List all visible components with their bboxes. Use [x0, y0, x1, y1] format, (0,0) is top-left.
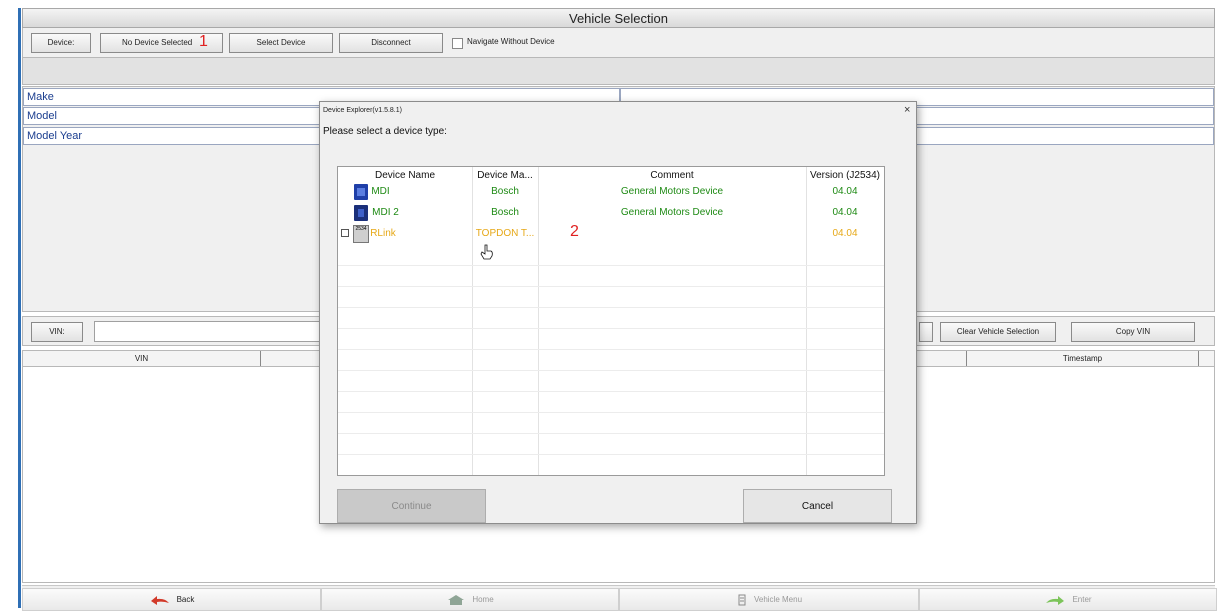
- home-icon: [448, 594, 465, 605]
- bottom-navigation: Back Home Vehicle Menu Enter: [22, 585, 1217, 611]
- vehicle-menu-label: Vehicle Menu: [753, 595, 803, 604]
- device-manufacturer: TOPDON T...: [475, 228, 535, 239]
- device-toolbar: Device: No Device Selected 1 Select Devi…: [22, 28, 1215, 58]
- dialog-title: Device Explorer(v1.5.8.1): [323, 107, 402, 114]
- device-comment: General Motors Device: [620, 207, 724, 218]
- clear-vehicle-selection-button[interactable]: Clear Vehicle Selection: [940, 322, 1056, 342]
- device-name: MDI: [371, 186, 390, 197]
- navigate-without-device-label: Navigate Without Device: [467, 37, 555, 46]
- navigate-without-device-checkbox[interactable]: [452, 38, 463, 49]
- back-arrow-icon: [150, 595, 169, 605]
- row-divider: [338, 391, 884, 392]
- device-name: RLink: [370, 228, 396, 239]
- timestamp-column-header[interactable]: Timestamp: [966, 351, 1199, 366]
- device-version: 04.04: [832, 186, 858, 197]
- rlink-checkbox[interactable]: [341, 229, 349, 237]
- device-name: MDI 2: [372, 207, 399, 218]
- select-device-button[interactable]: Select Device: [229, 33, 333, 53]
- home-label: Home: [472, 595, 494, 604]
- info-band: [22, 58, 1215, 85]
- close-icon[interactable]: ×: [904, 104, 910, 116]
- dialog-prompt: Please select a device type:: [323, 126, 447, 137]
- device-list: Device Name Device Ma... Comment Version…: [337, 166, 885, 476]
- list-item[interactable]: 2534 RLink TOPDON T... 2 04.04: [338, 223, 884, 244]
- left-edge-stripe: [18, 8, 21, 608]
- device-version: 04.04: [832, 228, 858, 239]
- annotation-2: 2: [570, 223, 579, 240]
- row-divider: [338, 349, 884, 350]
- hand-cursor-icon: [480, 244, 493, 260]
- row-divider: [338, 265, 884, 266]
- disconnect-button[interactable]: Disconnect: [339, 33, 443, 53]
- device-label: Device:: [31, 33, 91, 53]
- device-status-text: No Device Selected: [122, 38, 193, 47]
- row-divider: [338, 286, 884, 287]
- device-comment: General Motors Device: [620, 186, 724, 197]
- vehicle-menu-icon: [738, 594, 746, 605]
- back-label: Back: [176, 595, 195, 604]
- enter-label: Enter: [1072, 595, 1092, 604]
- enter-arrow-icon: [1046, 595, 1065, 605]
- vin-column-header[interactable]: VIN: [23, 351, 261, 366]
- row-divider: [338, 307, 884, 308]
- copy-vin-button[interactable]: Copy VIN: [1071, 322, 1195, 342]
- list-item[interactable]: MDI Bosch General Motors Device 04.04: [338, 182, 884, 202]
- row-divider: [338, 370, 884, 371]
- version-header[interactable]: Version (J2534): [806, 170, 884, 181]
- device-version: 04.04: [832, 207, 858, 218]
- row-divider: [338, 328, 884, 329]
- left-edge: [0, 0, 22, 608]
- device-explorer-dialog: Device Explorer(v1.5.8.1) × Please selec…: [319, 101, 917, 524]
- window-title: Vehicle Selection: [22, 8, 1215, 28]
- cancel-button[interactable]: Cancel: [743, 489, 892, 523]
- continue-button[interactable]: Continue: [337, 489, 486, 523]
- annotation-1: 1: [199, 33, 208, 50]
- device-manufacturer-header[interactable]: Device Ma...: [472, 170, 538, 181]
- device-manufacturer: Bosch: [491, 207, 519, 218]
- vin-input[interactable]: [94, 321, 324, 342]
- vin-extra-button[interactable]: [919, 322, 933, 342]
- device-manufacturer: Bosch: [491, 186, 519, 197]
- device-status-field: No Device Selected 1: [100, 33, 223, 53]
- comment-header[interactable]: Comment: [538, 170, 806, 181]
- list-item[interactable]: MDI 2 Bosch General Motors Device 04.04: [338, 203, 884, 223]
- row-divider: [338, 454, 884, 455]
- vin-label: VIN:: [31, 322, 83, 342]
- device-name-header[interactable]: Device Name: [338, 170, 472, 181]
- row-divider: [338, 433, 884, 434]
- row-divider: [338, 412, 884, 413]
